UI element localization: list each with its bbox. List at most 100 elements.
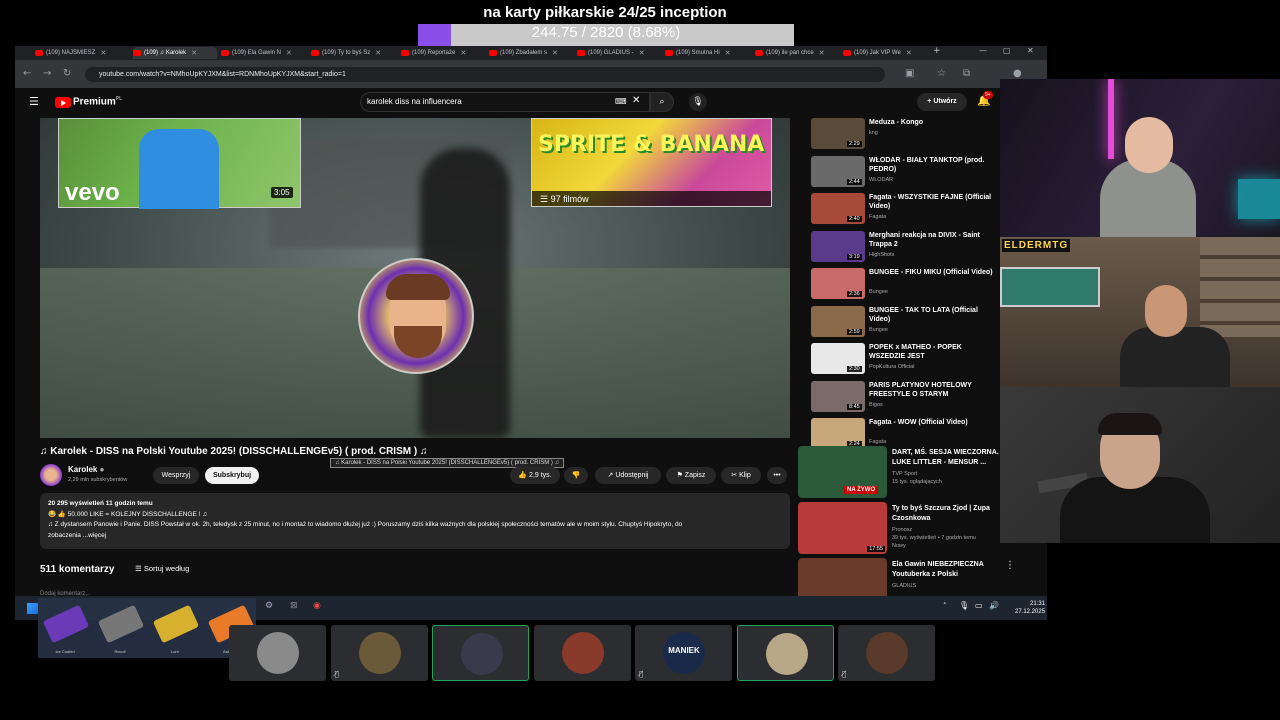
support-button[interactable]: Wesprzyj <box>153 467 199 484</box>
browser-tab[interactable]: (109) Smutna Hi ✕ <box>665 47 749 59</box>
browser-tab[interactable]: (109) Ty to byś Sz ✕ <box>311 47 395 59</box>
minimize-icon[interactable]: — <box>979 46 987 55</box>
neon-light <box>1108 79 1114 159</box>
youtube-logo-icon[interactable] <box>55 97 71 108</box>
forward-icon[interactable]: → <box>43 68 51 79</box>
network-icon[interactable]: ▭ <box>975 601 983 610</box>
tab-close-icon[interactable]: ✕ <box>375 49 381 57</box>
recommended-video[interactable]: 8:45 PARIS PLATYNOV HOTELOWY FREESTYLE O … <box>811 380 1003 417</box>
participant-avatar-text: MANIEK <box>668 646 700 655</box>
endscreen-subscribe-avatar[interactable] <box>358 258 474 374</box>
clip-button[interactable]: ✂ Klip <box>721 467 761 484</box>
bookmark-star-icon[interactable]: ☆ <box>937 68 946 79</box>
weapon-skin: Lore <box>150 602 200 654</box>
browser-tab[interactable]: (109) ♫ Karolek ✕ <box>133 47 217 59</box>
recommended-video[interactable]: 2:40 Fagata - WSZYSTKIE FAJNE (Official V… <box>811 193 1003 229</box>
clear-search-icon[interactable]: ✕ <box>632 95 640 106</box>
endscreen-playlist-card[interactable]: SPRITE & BANANA ☰ 97 filmów <box>531 118 772 207</box>
translate-icon[interactable]: ▣ <box>905 68 914 79</box>
reload-icon[interactable]: ↻ <box>63 68 71 79</box>
recommended-video[interactable]: 2:59 BUNGEE - TAK TO LATA (Official Video… <box>811 305 1003 342</box>
windows-start-icon[interactable] <box>27 603 38 614</box>
tray-chevron-icon[interactable]: ˄ <box>943 602 947 610</box>
tab-close-icon[interactable]: ✕ <box>639 49 645 57</box>
voice-search-button[interactable]: 🎙 <box>689 93 707 111</box>
recommended-video[interactable]: 3:19 Merghani reakcja na DIVIX - Saint Tr… <box>811 230 1003 267</box>
tab-close-icon[interactable]: ✕ <box>460 49 466 57</box>
tab-close-icon[interactable]: ✕ <box>191 49 197 57</box>
channel-name[interactable]: Karolek ● <box>68 465 104 474</box>
tab-close-icon[interactable]: ✕ <box>725 49 731 57</box>
channel-avatar[interactable] <box>40 464 62 486</box>
search-button[interactable]: ⌕ <box>650 92 674 112</box>
back-icon[interactable]: ← <box>23 68 31 79</box>
browser-tab[interactable]: (109) Zbadałem s ✕ <box>489 47 573 59</box>
more-options-icon[interactable]: ⋮ <box>1005 560 1015 571</box>
video-duration: 2:40 <box>847 216 862 222</box>
profile-icon[interactable]: ● <box>1013 68 1022 79</box>
create-label: Utwórz <box>933 98 957 105</box>
browser-tab[interactable]: (109) NAJSMIESZ ✕ <box>35 47 119 59</box>
keyboard-icon[interactable]: ⌨ <box>615 97 627 106</box>
video-thumbnail: 17:55 <box>798 502 887 554</box>
like-button[interactable]: 👍 2,9 tys. <box>510 467 560 484</box>
discord-participant-tile[interactable]: MANIEK 🎙̸ <box>635 625 732 681</box>
close-window-icon[interactable]: ✕ <box>1027 46 1034 55</box>
discord-participant-tile[interactable] <box>229 625 326 681</box>
goal-progress-text: 244.75 / 2820 (8.68%) <box>531 24 681 41</box>
system-clock[interactable]: 21:31 27.12.2025 <box>1015 600 1045 616</box>
description-box[interactable]: 20 295 wyświetleń 11 godzin temu 😂 👍 50.… <box>40 493 790 549</box>
recommended-video[interactable]: 2:36 BUNGEE - FIKU MIKU (Official Video) B… <box>811 268 1003 304</box>
recommended-video-large[interactable]: NA ŻYWO DART, MŚ. SESJA WIECZORNA. LUKE L… <box>798 446 1013 501</box>
browser-tab[interactable]: (109) ile pan chce ✕ <box>755 47 839 59</box>
tab-close-icon[interactable]: ✕ <box>286 49 292 57</box>
volume-icon[interactable]: 🔊 <box>989 601 999 610</box>
dislike-button[interactable]: 👎 <box>564 467 588 484</box>
tab-close-icon[interactable]: ✕ <box>100 49 106 57</box>
browser-tab[interactable]: (109) Ela Gawin N ✕ <box>221 47 305 59</box>
tab-label: (109) Zbadałem s <box>500 50 548 56</box>
endscreen-video-card[interactable]: vevo 3:05 <box>58 118 301 209</box>
weapon-skin-label: Lore <box>170 649 179 654</box>
steam-icon[interactable]: ⚙ <box>265 601 273 611</box>
discord-participant-tile[interactable] <box>432 625 529 681</box>
mic-tray-icon[interactable]: 🎙 <box>959 601 969 610</box>
obs-icon[interactable]: ◉ <box>313 601 321 611</box>
video-thumbnail: 2:36 <box>811 268 865 299</box>
menu-icon[interactable]: ☰ <box>29 95 39 108</box>
recommended-video[interactable]: 2:29 Meduza - Kongo kng <box>811 118 1003 154</box>
tab-close-icon[interactable]: ✕ <box>819 49 825 57</box>
maximize-icon[interactable]: ▢ <box>1003 46 1011 55</box>
discord-participant-tile[interactable]: 🎙̸ <box>330 625 428 681</box>
browser-tab[interactable]: (109) Jak VIP We ✕ <box>843 47 927 59</box>
new-tab-icon[interactable]: + <box>933 46 941 56</box>
recommended-video[interactable]: 2:30 POPEK x MATHEO - POPEK WSZEDZIE JEST… <box>811 343 1003 379</box>
save-button[interactable]: ⚑ Zapisz <box>666 467 716 484</box>
browser-tab[interactable]: (109) GLADIUS - ✕ <box>577 47 661 59</box>
search-input[interactable]: karolek diss na influencera <box>360 92 650 112</box>
discord-participant-tile[interactable]: 🎙̸ <box>838 625 935 681</box>
url-field[interactable]: youtube.com/watch?v=NMhoUpKYJXM&list=RDN… <box>85 67 885 82</box>
discord-participant-tile[interactable] <box>533 625 631 681</box>
browser-tab[interactable]: (109) Reportaże ✕ <box>401 47 485 59</box>
video-channel: Bigos <box>869 401 883 408</box>
recommended-video[interactable]: 2:44 WŁODAR - BIAŁY TANKTOP (prod. PEDRO)… <box>811 155 1003 192</box>
more-actions-button[interactable]: ••• <box>767 467 787 484</box>
tab-label: (109) Smutna Hi <box>676 50 720 56</box>
app-icon[interactable]: ⊠ <box>290 601 298 611</box>
video-title: BUNGEE - TAK TO LATA (Official Video) <box>869 306 978 323</box>
video-player[interactable]: vevo 3:05 SPRITE & BANANA ☰ 97 filmów <box>40 118 790 438</box>
subscribe-button[interactable]: Subskrybuj <box>205 467 259 484</box>
recommended-video-large[interactable]: 17:55 Ty to byś Szczura Zjod | Zupa Czosn… <box>798 502 1013 557</box>
tab-close-icon[interactable]: ✕ <box>906 49 912 57</box>
tab-close-icon[interactable]: ✕ <box>552 49 558 57</box>
webcam-3 <box>1000 387 1280 543</box>
extensions-icon[interactable]: ⧉ <box>963 68 970 79</box>
sort-comments-button[interactable]: ☰ Sortuj według <box>135 564 189 573</box>
youtube-premium-label[interactable]: PremiumPL <box>73 96 122 107</box>
share-button[interactable]: ↗ Udostępnij <box>595 467 661 484</box>
create-button[interactable]: + Utwórz <box>917 93 967 111</box>
playlist-count-label: 97 filmów <box>550 194 589 204</box>
skins-overlay: Ice CoaledRecoilLoreAsiimov <box>38 598 256 658</box>
discord-participant-tile[interactable] <box>736 625 834 681</box>
